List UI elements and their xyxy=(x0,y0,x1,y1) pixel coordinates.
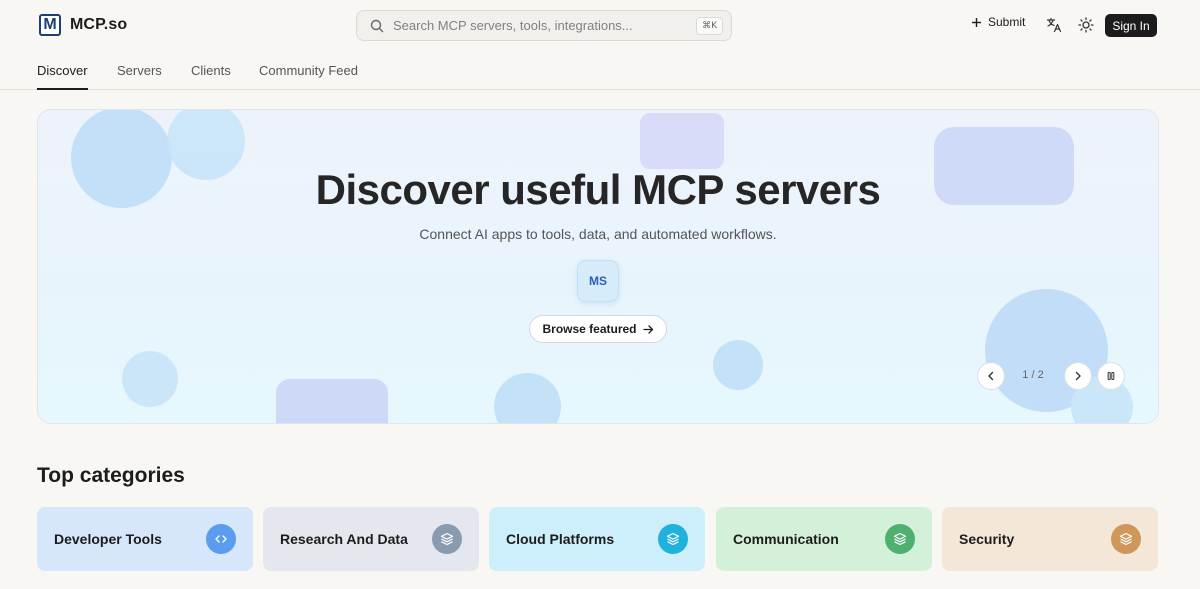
hero-subtitle: Connect AI apps to tools, data, and auto… xyxy=(419,226,777,242)
search-input[interactable] xyxy=(393,18,693,33)
category-label: Security xyxy=(959,531,1015,547)
category-label: Developer Tools xyxy=(54,531,162,547)
decor-circle xyxy=(494,373,561,423)
carousel-next-button[interactable] xyxy=(1064,362,1092,390)
tab-clients[interactable]: Clients xyxy=(191,63,231,90)
hero-title: Discover useful MCP servers xyxy=(315,166,881,213)
sign-in-button[interactable]: Sign In xyxy=(1105,14,1157,37)
carousel-pager: 1 / 2 xyxy=(1022,369,1044,381)
category-research-and-data[interactable]: Research And Data xyxy=(263,507,479,571)
category-label: Research And Data xyxy=(280,531,408,547)
top-header: M MCP.so ⌘K Submit xyxy=(0,0,1200,50)
main-tabs: Discover Servers Clients Community Feed xyxy=(0,50,1200,90)
logo[interactable]: M MCP.so xyxy=(39,14,127,36)
arrow-right-icon xyxy=(642,324,653,334)
category-developer-tools[interactable]: Developer Tools xyxy=(37,507,253,571)
logo-mark-icon: M xyxy=(39,14,61,36)
tab-servers[interactable]: Servers xyxy=(117,63,162,90)
chevron-left-icon xyxy=(988,371,994,381)
chevron-right-icon xyxy=(1075,371,1081,381)
decor-rounded-rect xyxy=(276,379,388,423)
carousel-prev-button[interactable] xyxy=(977,362,1005,390)
submit-label: Submit xyxy=(988,15,1026,29)
category-security[interactable]: Security xyxy=(942,507,1158,571)
code-icon xyxy=(206,524,236,554)
category-communication[interactable]: Communication xyxy=(716,507,932,571)
tab-community-feed[interactable]: Community Feed xyxy=(259,63,358,90)
search-shortcut-badge: ⌘K xyxy=(696,17,723,35)
category-label: Communication xyxy=(733,531,839,547)
plus-icon xyxy=(972,17,981,27)
sun-icon xyxy=(1078,17,1094,33)
browse-featured-label: Browse featured xyxy=(542,322,637,336)
carousel-pause-button[interactable] xyxy=(1097,362,1125,390)
logo-text: MCP.so xyxy=(70,16,128,33)
decor-circle xyxy=(122,351,178,407)
hero-carousel: Discover useful MCP servers Connect AI a… xyxy=(37,109,1159,424)
layers-icon xyxy=(658,524,688,554)
category-label: Cloud Platforms xyxy=(506,531,615,547)
featured-server-chip[interactable]: MS xyxy=(577,260,619,302)
search-bar[interactable]: ⌘K xyxy=(356,10,732,41)
theme-toggle-button[interactable] xyxy=(1076,15,1096,35)
submit-button[interactable]: Submit xyxy=(971,15,1025,29)
language-button[interactable] xyxy=(1044,15,1064,35)
layers-icon xyxy=(1111,524,1141,554)
decor-rounded-rect xyxy=(640,113,724,169)
layers-icon xyxy=(432,524,462,554)
tab-discover[interactable]: Discover xyxy=(37,63,88,90)
top-categories-heading: Top categories xyxy=(37,464,185,487)
category-cloud-platforms[interactable]: Cloud Platforms xyxy=(489,507,705,571)
translate-icon xyxy=(1046,17,1062,33)
search-icon xyxy=(370,19,384,32)
pause-icon xyxy=(1107,372,1115,380)
layers-icon xyxy=(885,524,915,554)
browse-featured-button[interactable]: Browse featured xyxy=(529,315,667,343)
decor-circle xyxy=(713,340,763,390)
